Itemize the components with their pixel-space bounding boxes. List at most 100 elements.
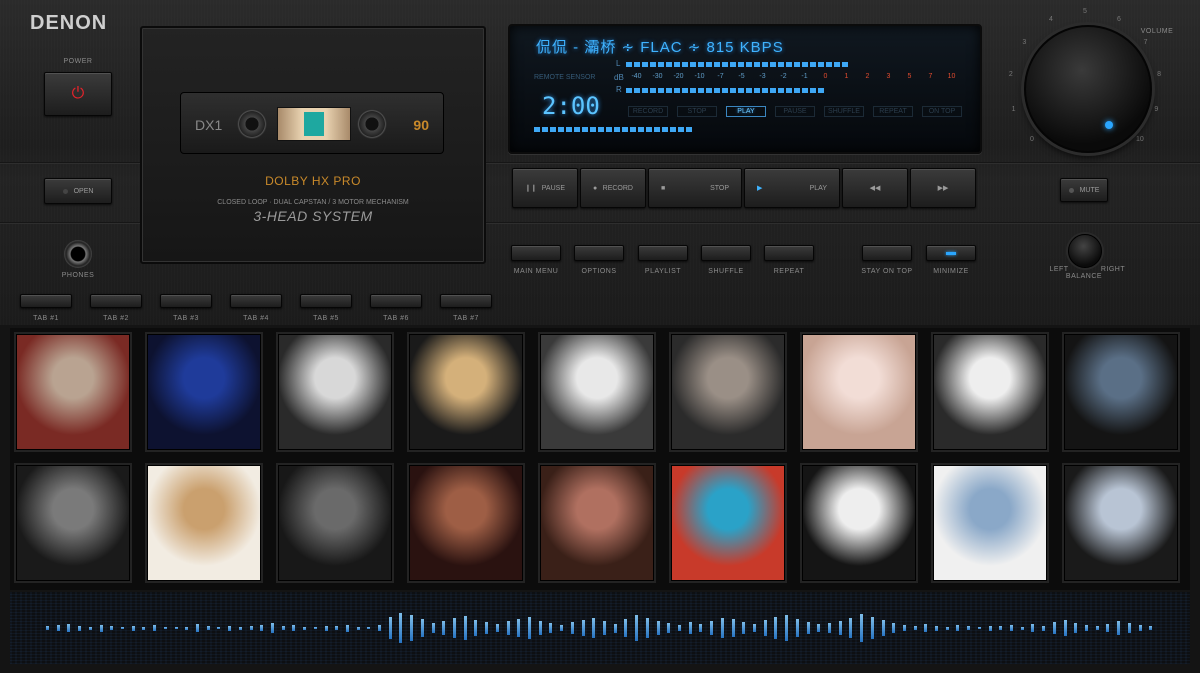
forward-button[interactable]: ▶▶ <box>910 168 976 208</box>
status-repeat: REPEAT <box>873 106 913 117</box>
minimize-button[interactable] <box>926 245 976 261</box>
repeat-button[interactable] <box>764 245 814 261</box>
artist-gallery <box>10 328 1190 590</box>
album-thumbnail[interactable] <box>800 332 918 452</box>
tab-label: TAB #2 <box>103 315 129 322</box>
cassette-deck: DX1 90 DOLBY HX PRO CLOSED LOOP · DUAL C… <box>140 26 486 264</box>
record-icon: ● <box>593 184 598 192</box>
open-button[interactable]: OPEN <box>44 178 112 204</box>
spectrum-bar <box>646 618 649 638</box>
play-label: PLAY <box>809 184 827 192</box>
spectrum-bar <box>399 613 402 643</box>
tab-button[interactable] <box>90 294 142 308</box>
options-button[interactable] <box>574 245 624 261</box>
progress-bar[interactable] <box>534 127 694 132</box>
record-label: RECORD <box>602 184 633 192</box>
rewind-button[interactable]: ◀◀ <box>842 168 908 208</box>
db-tick: -5 <box>738 73 745 80</box>
stop-icon: ■ <box>661 184 666 192</box>
playlist-button[interactable] <box>638 245 688 261</box>
db-tick: 3 <box>886 73 891 80</box>
volume-tick: 10 <box>1136 136 1144 144</box>
album-thumbnail[interactable] <box>1062 332 1180 452</box>
cassette-model: DX1 <box>195 117 223 133</box>
power-button[interactable]: ⏻ <box>44 72 112 116</box>
volume-tick: 7 <box>1143 38 1148 46</box>
spectrum-bar <box>1149 626 1152 630</box>
tab-button[interactable] <box>300 294 352 308</box>
spectrum-bar <box>860 614 863 642</box>
db-tick: 10 <box>947 73 956 80</box>
repeat-label: REPEAT <box>773 268 805 275</box>
record-button[interactable]: ● RECORD <box>580 168 646 208</box>
album-thumbnail[interactable] <box>145 332 263 452</box>
spectrum-bar <box>796 619 799 637</box>
spectrum-bar <box>999 626 1002 630</box>
tab-label: TAB #3 <box>173 315 199 322</box>
balance-knob[interactable] <box>1068 234 1102 268</box>
tab-label: TAB #4 <box>243 315 269 322</box>
db-tick: 0 <box>823 73 828 80</box>
volume-tick: 4 <box>1048 16 1053 24</box>
spectrum-bar <box>67 624 70 632</box>
level-meter-left <box>626 62 850 67</box>
db-tick: -30 <box>652 73 663 80</box>
tab-button[interactable] <box>230 294 282 308</box>
spectrum-bar <box>378 625 381 631</box>
spectrum-bar <box>442 621 445 635</box>
album-thumbnail[interactable] <box>669 463 787 583</box>
play-button[interactable]: ▶ PLAY <box>744 168 840 208</box>
power-label: POWER <box>63 58 93 65</box>
album-thumbnail[interactable] <box>14 463 132 583</box>
album-thumbnail[interactable] <box>1062 463 1180 583</box>
album-thumbnail[interactable] <box>145 463 263 583</box>
db-scale: -40 -30 -20 -10 -7 -5 -3 -2 -1 0 1 2 3 5 7 10 <box>626 73 962 80</box>
open-label: OPEN <box>73 187 94 195</box>
tab-button[interactable] <box>160 294 212 308</box>
remote-sensor-label: REMOTE SENSOR <box>534 74 596 81</box>
spectrum-bar <box>250 626 253 630</box>
spectrum-bar <box>496 624 499 632</box>
spectrum-bar <box>785 615 788 641</box>
album-thumbnail[interactable] <box>538 463 656 583</box>
stop-button[interactable]: ■ STOP <box>648 168 742 208</box>
db-tick: -20 <box>673 73 684 80</box>
main-menu-label: MAIN MENU <box>513 268 559 275</box>
album-thumbnail[interactable] <box>931 463 1049 583</box>
shuffle-label: SHUFFLE <box>708 268 744 275</box>
rewind-icon: ◀◀ <box>869 185 881 192</box>
tab-button[interactable] <box>440 294 492 308</box>
album-thumbnail[interactable] <box>407 463 525 583</box>
left-reel-icon <box>237 109 267 139</box>
db-tick: 1 <box>844 73 849 80</box>
pause-button[interactable]: ❙❙ PAUSE <box>512 168 578 208</box>
tab-button[interactable] <box>20 294 72 308</box>
volume-label: VOLUME <box>1140 28 1174 35</box>
options-label: OPTIONS <box>581 268 617 275</box>
spectrum-bar <box>678 625 681 631</box>
main-menu-button[interactable] <box>511 245 561 261</box>
album-thumbnail[interactable] <box>538 332 656 452</box>
album-thumbnail[interactable] <box>931 332 1049 452</box>
album-thumbnail[interactable] <box>407 332 525 452</box>
spectrum-bar <box>699 624 702 632</box>
spectrum-bar <box>78 625 81 631</box>
album-thumbnail[interactable] <box>669 332 787 452</box>
spectrum-bar <box>528 617 531 639</box>
album-thumbnail[interactable] <box>276 463 394 583</box>
volume-knob[interactable] <box>1024 25 1152 153</box>
spectrum-bar <box>228 625 231 631</box>
spectrum-bar <box>742 622 745 634</box>
album-thumbnail[interactable] <box>276 332 394 452</box>
tab-button[interactable] <box>370 294 422 308</box>
status-record: RECORD <box>628 106 668 117</box>
db-tick: -1 <box>801 73 808 80</box>
spectrum-bar <box>325 625 328 631</box>
status-pause: PAUSE <box>775 106 815 117</box>
spectrum-bar <box>1053 622 1056 634</box>
album-thumbnail[interactable] <box>800 463 918 583</box>
album-thumbnail[interactable] <box>14 332 132 452</box>
mute-button[interactable]: MUTE <box>1060 178 1108 202</box>
shuffle-button[interactable] <box>701 245 751 261</box>
stay-on-top-button[interactable] <box>862 245 912 261</box>
